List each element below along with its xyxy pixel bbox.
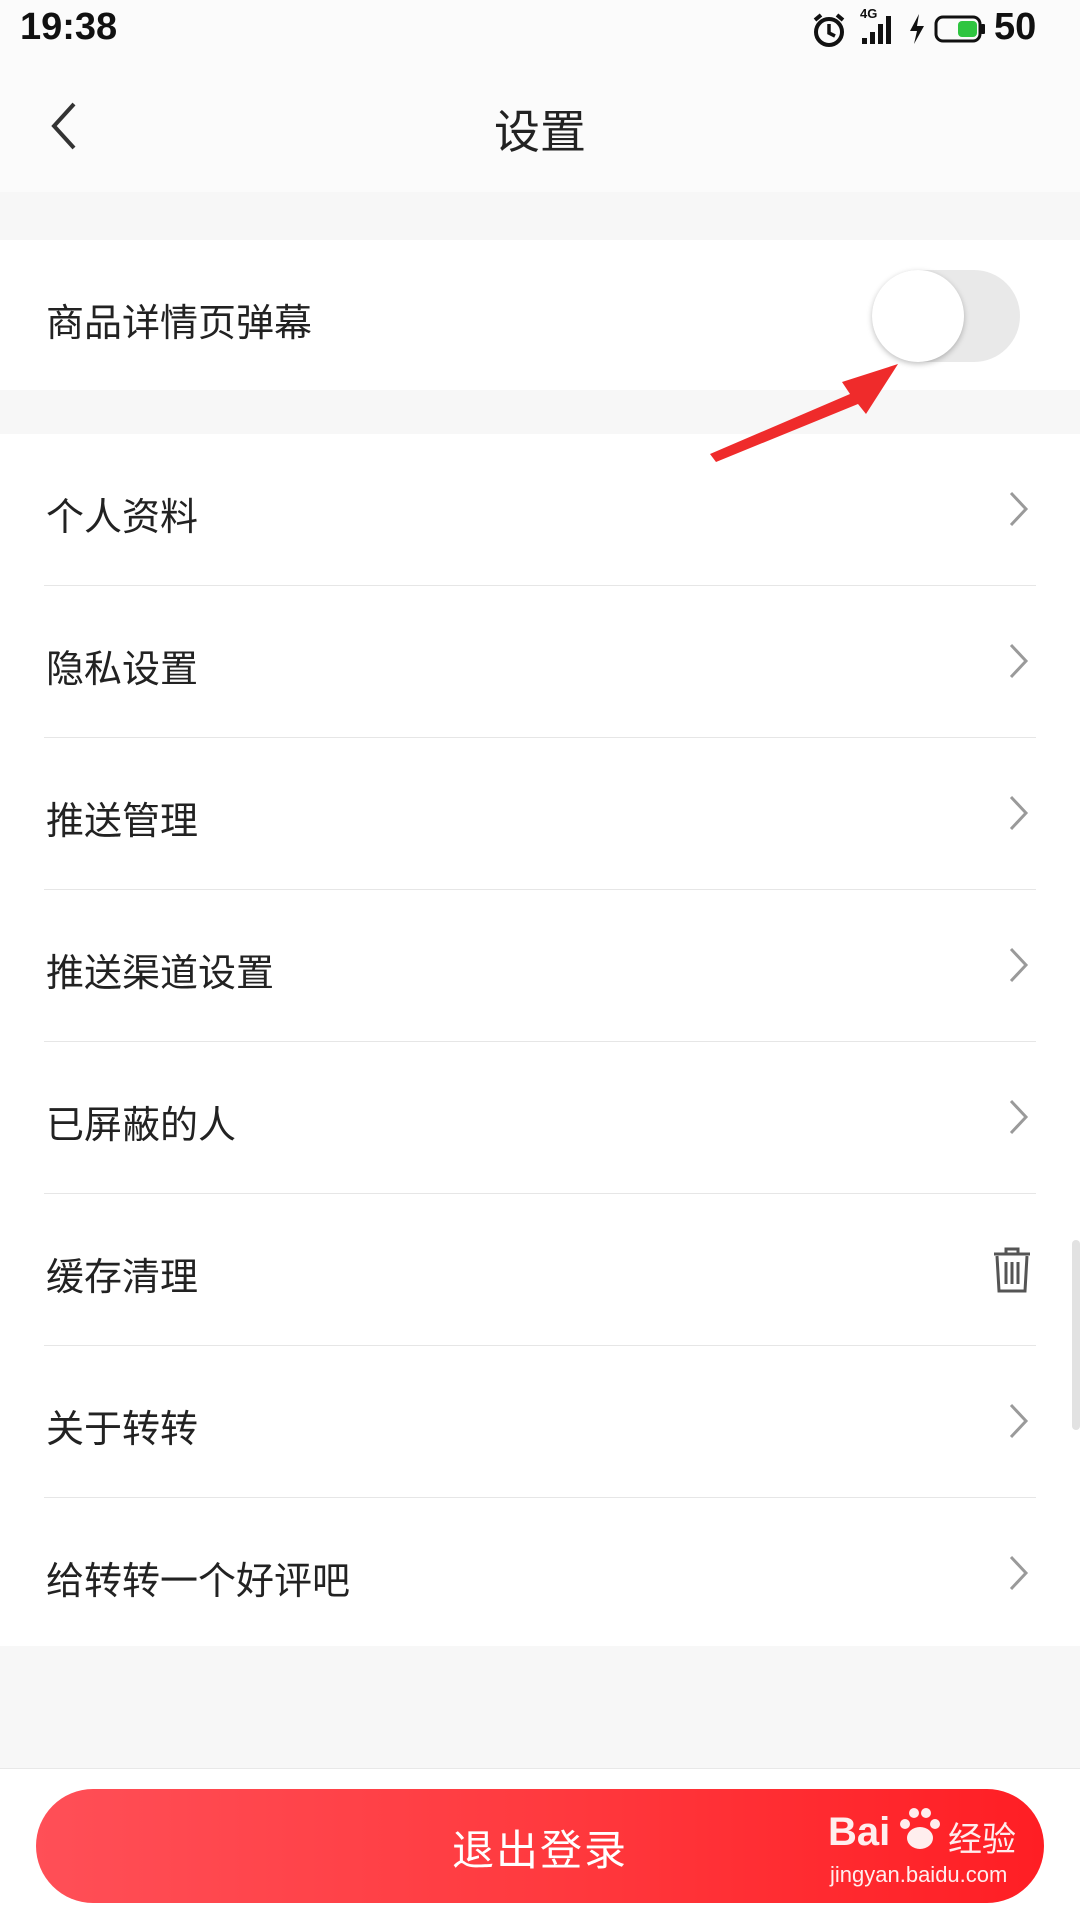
trash-icon[interactable]: [990, 1246, 1034, 1294]
danmaku-label: 商品详情页弹幕: [46, 301, 313, 345]
list-item-push-channel[interactable]: 推送渠道设置: [0, 890, 1080, 1042]
watermark-brand-suffix: 经验: [948, 1821, 1016, 1859]
list-item-blocked-users[interactable]: 已屏蔽的人: [0, 1042, 1080, 1194]
list-item-clear-cache[interactable]: 缓存清理: [0, 1194, 1080, 1346]
danmaku-toggle[interactable]: [872, 270, 1020, 362]
chevron-right-icon: [1009, 947, 1029, 983]
list-item-label: 隐私设置: [46, 647, 199, 691]
status-icons: 4G 50: [812, 6, 1062, 54]
watermark-brand: Bai: [828, 1810, 891, 1854]
chevron-right-icon: [1009, 795, 1029, 831]
list-item-label: 已屏蔽的人: [46, 1103, 237, 1147]
scrollbar[interactable]: [1072, 1240, 1080, 1430]
battery-level: 50: [994, 6, 1037, 48]
list-item-label: 给转转一个好评吧: [46, 1559, 351, 1603]
baidu-watermark: Bai 经验 jingyan.baidu.com: [820, 1800, 1060, 1900]
danmaku-setting-row: 商品详情页弹幕: [0, 240, 1080, 390]
page-title: 设置: [494, 105, 586, 159]
status-bar: 19:38 4G 50: [0, 0, 1080, 62]
signal-icon: 4G: [860, 6, 900, 48]
status-time: 19:38: [20, 6, 118, 48]
watermark-url: jingyan.baidu.com: [830, 1862, 1008, 1887]
paw-icon: [900, 1808, 940, 1849]
chevron-right-icon: [1009, 491, 1029, 527]
list-item-push-management[interactable]: 推送管理: [0, 738, 1080, 890]
toggle-knob: [872, 270, 964, 362]
list-item-label: 个人资料: [46, 495, 199, 539]
alarm-icon: [813, 13, 845, 47]
list-item-privacy[interactable]: 隐私设置: [0, 586, 1080, 738]
list-item-label: 推送渠道设置: [46, 951, 275, 995]
charging-icon: [910, 14, 924, 44]
chevron-right-icon: [1009, 643, 1029, 679]
list-item-about[interactable]: 关于转转: [0, 1346, 1080, 1498]
chevron-right-icon: [1009, 1099, 1029, 1135]
chevron-right-icon: [1009, 1555, 1029, 1591]
list-item-label: 关于转转: [46, 1407, 199, 1451]
settings-list: 个人资料 隐私设置 推送管理 推送渠道设置 已屏蔽的人 缓存清理 关于转转 给转…: [0, 434, 1080, 1646]
list-item-rate-app[interactable]: 给转转一个好评吧: [0, 1498, 1080, 1650]
chevron-right-icon: [1009, 1403, 1029, 1439]
battery-icon: [934, 15, 985, 43]
nav-bar: 设置: [0, 62, 1080, 192]
list-item-profile[interactable]: 个人资料: [0, 434, 1080, 586]
list-item-label: 推送管理: [46, 799, 199, 843]
list-item-label: 缓存清理: [46, 1255, 199, 1299]
